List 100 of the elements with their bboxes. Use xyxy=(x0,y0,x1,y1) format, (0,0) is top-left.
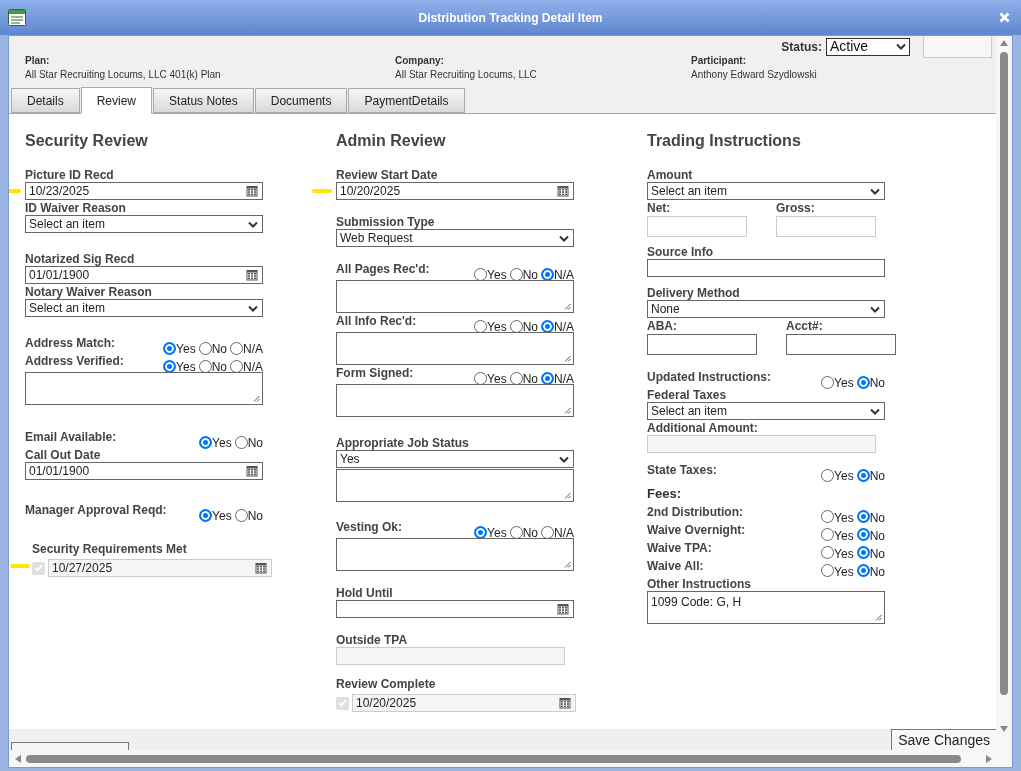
radio-label: Yes xyxy=(487,319,507,336)
checkbox[interactable] xyxy=(32,561,45,575)
radio-label: N/A xyxy=(554,525,574,542)
radio-button[interactable] xyxy=(856,468,870,482)
date-field[interactable]: 10/27/2025 xyxy=(48,559,272,577)
radio-button[interactable] xyxy=(821,546,835,559)
scroll-thumb[interactable] xyxy=(1000,52,1008,695)
tab[interactable]: Details xyxy=(11,88,80,113)
select-field[interactable]: Select an item xyxy=(25,299,263,317)
text-area[interactable]: 1099 Code: G, H xyxy=(647,590,885,624)
radio-button[interactable] xyxy=(230,359,243,373)
checkbox[interactable] xyxy=(336,696,349,710)
radio-button[interactable] xyxy=(856,375,870,389)
scroll-left-icon xyxy=(14,753,22,764)
radio-button[interactable] xyxy=(541,371,554,385)
text-area[interactable] xyxy=(25,372,263,405)
select-field[interactable]: Select an item xyxy=(647,182,885,200)
section-title: Admin Review xyxy=(336,131,447,151)
field-label: Review Start Date xyxy=(336,168,439,182)
radio-button[interactable] xyxy=(474,371,488,385)
radio-button[interactable] xyxy=(821,564,835,577)
radio-button[interactable] xyxy=(821,510,835,523)
text-area[interactable] xyxy=(336,332,574,365)
radio-label: No xyxy=(247,508,263,525)
radio-label: N/A xyxy=(554,267,574,284)
radio-button[interactable] xyxy=(821,468,835,482)
status-select[interactable]: Active xyxy=(826,37,910,56)
field-label: State Taxes: xyxy=(647,463,717,477)
select-field[interactable]: Select an item xyxy=(647,402,885,420)
text-area[interactable] xyxy=(336,280,574,313)
tab[interactable]: Status Notes xyxy=(153,88,254,113)
radio-button[interactable] xyxy=(163,341,177,355)
radio-button[interactable] xyxy=(509,319,523,333)
radio-button[interactable] xyxy=(230,341,243,355)
field-label: Outside TPA xyxy=(336,633,409,647)
radio-label: Yes xyxy=(212,435,232,452)
tab[interactable]: Documents xyxy=(254,88,348,113)
radio-button[interactable] xyxy=(198,359,212,373)
field-label: All Info Rec'd: xyxy=(336,314,417,328)
tab[interactable]: PaymentDetails xyxy=(348,88,465,113)
text-area[interactable] xyxy=(336,538,574,571)
date-field[interactable]: 01/01/1900 xyxy=(25,462,263,480)
date-field[interactable]: 10/20/2025 xyxy=(352,694,576,712)
radio-label: No xyxy=(869,563,885,581)
select-field[interactable]: Yes xyxy=(336,450,574,468)
calendar-icon xyxy=(557,185,569,197)
radio-button[interactable] xyxy=(821,375,835,389)
radio-button[interactable] xyxy=(821,528,835,541)
select-field[interactable]: None xyxy=(647,300,885,318)
field-label: All Pages Rec'd: xyxy=(336,262,430,276)
scroll-thumb[interactable] xyxy=(26,754,961,763)
radio-button[interactable] xyxy=(509,525,523,539)
field-label: Waive TPA: xyxy=(647,540,712,555)
radio-button[interactable] xyxy=(509,267,523,281)
radio-button[interactable] xyxy=(474,267,488,281)
radio-button[interactable] xyxy=(199,508,213,522)
radio-label: No xyxy=(211,341,227,358)
radio-button[interactable] xyxy=(856,510,870,523)
date-field[interactable]: 10/20/2025 xyxy=(336,182,574,200)
date-field[interactable]: 10/23/2025 xyxy=(25,182,263,200)
tab[interactable]: Review xyxy=(80,87,153,114)
add-record-button[interactable] xyxy=(11,742,129,750)
field-label: Federal Taxes xyxy=(647,388,728,402)
input-field[interactable] xyxy=(786,334,896,355)
radio-button[interactable] xyxy=(474,525,488,539)
radio-label: Yes xyxy=(487,371,507,388)
date-field[interactable]: 01/01/1900 xyxy=(25,266,263,284)
radio-button[interactable] xyxy=(856,546,870,559)
radio-button[interactable] xyxy=(199,435,213,449)
input-field[interactable] xyxy=(647,259,885,277)
save-button[interactable]: Save Changes xyxy=(891,729,996,750)
chevron-icon xyxy=(870,187,880,195)
app-icon xyxy=(8,9,26,26)
radio-button[interactable] xyxy=(509,371,523,385)
select-field[interactable]: Web Request xyxy=(336,229,574,247)
radio-button[interactable] xyxy=(856,564,870,577)
radio-button[interactable] xyxy=(541,319,554,333)
resize-grip-icon xyxy=(564,492,571,499)
radio-button[interactable] xyxy=(541,267,554,281)
text-area[interactable] xyxy=(336,469,574,502)
radio-label: No xyxy=(522,371,538,388)
radio-label: Yes xyxy=(834,375,854,392)
select-field[interactable]: Select an item xyxy=(25,215,263,233)
radio-button[interactable] xyxy=(234,435,248,449)
horizontal-scrollbar[interactable] xyxy=(9,750,1012,767)
input-field[interactable] xyxy=(647,334,757,355)
vertical-scrollbar[interactable] xyxy=(996,36,1012,750)
date-field[interactable] xyxy=(336,600,574,618)
radio-button[interactable] xyxy=(163,359,177,373)
radio-label: No xyxy=(522,319,538,336)
radio-button[interactable] xyxy=(234,508,248,522)
radio-button[interactable] xyxy=(198,341,212,355)
field-label: Amount xyxy=(647,168,694,182)
radio-button[interactable] xyxy=(474,319,488,333)
radio-button[interactable] xyxy=(856,528,870,541)
radio-button[interactable] xyxy=(541,525,554,539)
radio-label: N/A xyxy=(554,371,574,388)
info-label: Plan: xyxy=(25,55,51,67)
text-area[interactable] xyxy=(336,384,574,417)
radio-label: N/A xyxy=(243,359,263,376)
